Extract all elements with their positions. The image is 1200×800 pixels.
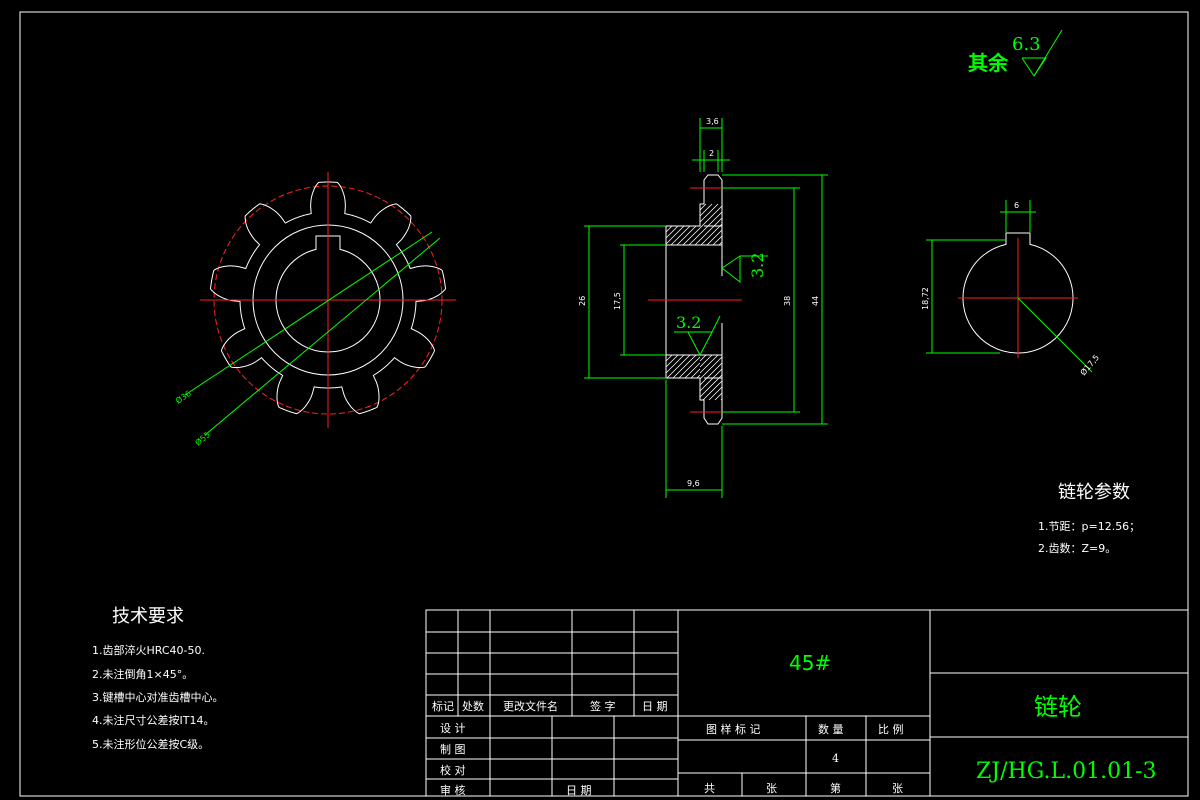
tech-item-1: 1.齿部淬火HRC40-50. [92,643,205,657]
hatch-line [676,225,697,246]
section-outline-bottom [665,245,723,425]
role-design: 设 计 [440,722,466,735]
tech-title: 技术要求 [112,606,184,627]
hatch-line [699,356,723,380]
front-view: Ø36 Ø55 [174,172,456,448]
hatch-line [708,386,723,401]
dim-bore-dia: Ø17,5 [1078,352,1101,377]
dim-26: 26 [578,296,587,306]
hatch-line [666,354,691,379]
hatch-line [699,217,723,241]
hatch-line [694,239,701,246]
hatch-line [714,392,723,401]
rev-header-count: 处数 [462,700,484,713]
tech-item-4: 4.未注尺寸公差按IT14。 [92,713,214,727]
hatch-line [699,211,723,235]
hatch-line [699,362,723,386]
hatch-line [665,354,673,362]
roughness-symbol-b: 3.2 [674,313,721,357]
svg-text:其余: 其余 [968,51,1009,75]
tech-item-3: 3.键槽中心对准齿槽中心。 [92,690,224,704]
rev-header-sign: 签 字 [590,699,616,713]
dim-38: 38 [783,296,792,306]
sprocket-parameters: 链轮参数 1.节距：p=12.56； 2.齿数：Z=9。 [1038,482,1140,555]
hatch-line [678,356,701,379]
hatch-line [670,225,691,246]
part-name: 链轮 [1034,693,1082,721]
hatch-top [665,203,723,246]
role-approve: 审 核 [440,783,466,797]
hatch-line [706,229,723,246]
svg-text:6.3: 6.3 [1012,34,1041,55]
hatch-line [699,205,723,229]
section-view: 3,6 2 9,6 26 17,5 38 44 3.2 3.2 [578,117,828,498]
bore-dia-leader [1017,297,1093,373]
hatch-line [684,362,701,379]
hatch-line [665,225,679,239]
bore-view: 6 18,72 Ø17,5 [921,200,1101,377]
params-item-1: 1.节距：p=12.56； [1038,520,1140,533]
hatch-line [699,203,713,217]
sheet-unit-a: 张 [766,782,777,795]
hatch-line [702,380,723,401]
drawing-number: ZJ/HG.L.01.01-3 [976,759,1157,784]
tech-item-5: 5.未注形位公差按C级。 [92,737,209,751]
hatch-line [700,223,723,246]
dim-44: 44 [811,296,820,306]
roughness-note: 其余 6.3 [968,29,1063,77]
sheet-total-label: 共 [704,782,715,795]
hatch-line [672,354,697,379]
hatch-line [699,368,723,392]
role-draw: 制 图 [440,743,466,756]
hatch-line [688,233,701,246]
hatch-line [699,203,707,211]
dim-front-36: Ø36 [174,388,193,406]
sheet-index-label: 第 [830,781,841,795]
dim-36: 3,6 [706,117,719,126]
hatch-line [665,225,673,233]
svg-text:3.2: 3.2 [676,313,701,332]
hatch-line [699,354,707,362]
technical-requirements: 技术要求 1.齿部淬火HRC40-50. 2.未注倒角1×45°。 3.键槽中心… [92,606,224,751]
dim-175: 17,5 [613,292,622,310]
dim-96: 9,6 [687,479,700,488]
dia-leader-36 [184,231,433,396]
tech-item-2: 2.未注倒角1×45°。 [92,667,193,681]
hatch-line [699,354,713,368]
drawing-border [19,11,1189,797]
dim-key-width: 6 [1014,201,1019,210]
material: 45# [789,651,831,675]
params-title: 链轮参数 [1058,482,1130,503]
role-check: 校 对 [440,763,466,777]
rev-header-date: 日 期 [642,700,668,713]
dim-2: 2 [709,149,714,158]
rev-header-file: 更改文件名 [503,699,558,713]
quantity: 4 [832,752,839,765]
info-header-scale: 比 例 [878,722,904,736]
dim-key-depth: 18,72 [921,287,930,310]
sheet-unit-b: 张 [892,782,903,795]
roughness-symbol-a: 3.2 [721,253,768,284]
rev-header-mark: 标记 [432,699,454,713]
hatch-line [665,354,679,368]
params-item-2: 2.齿数：Z=9。 [1038,542,1116,555]
date-label: 日 期 [566,784,592,797]
svg-text:3.2: 3.2 [748,253,767,278]
cad-drawing: Ø36 Ø55 3,6 2 9,6 26 17,5 38 44 3.2 3.2 … [19,11,1189,797]
info-header-qty: 数 量 [818,723,844,736]
info-header-mark: 图 样 标 记 [706,722,761,736]
